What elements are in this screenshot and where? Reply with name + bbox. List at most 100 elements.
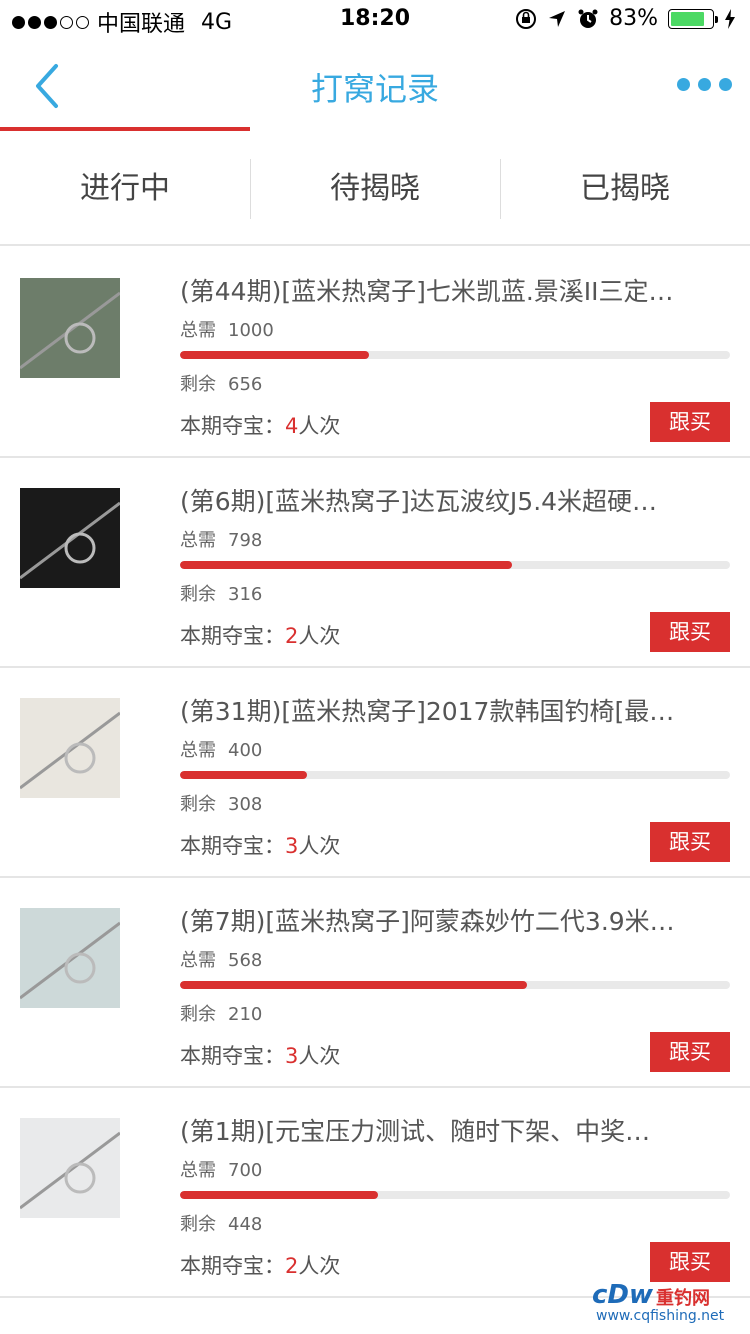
- remaining: 剩余 308: [180, 790, 262, 816]
- participation: 本期夺宝：3人次: [180, 1040, 340, 1070]
- page-title: 打窝记录: [310, 70, 439, 108]
- remaining: 剩余 656: [180, 370, 262, 396]
- list-item[interactable]: (第31期)[蓝米热窝子]2017款韩国钓椅[最… 总需 400 剩余 308 本期…: [0, 668, 750, 878]
- watermark: cDw 重钓网 www.cqfishing.net: [592, 1278, 742, 1328]
- progress-fill: [180, 1191, 378, 1199]
- follow-buy-button[interactable]: 跟买: [650, 402, 730, 442]
- participation-unit: 人次: [298, 1044, 341, 1068]
- watermark-logo: cDw: [592, 1280, 654, 1310]
- progress-bar: [180, 351, 730, 359]
- remaining-label: 剩余: [180, 1004, 216, 1025]
- total-need: 总需 798: [180, 526, 262, 552]
- progress-bar: [180, 771, 730, 779]
- participation: 本期夺宝：2人次: [180, 1250, 340, 1280]
- total-need-value: 798: [228, 530, 263, 551]
- remaining-value: 308: [228, 794, 263, 815]
- participation-unit: 人次: [298, 624, 341, 648]
- remaining-value: 316: [228, 584, 263, 605]
- list-item[interactable]: (第44期)[蓝米热窝子]七米凯蓝.景溪II三定… 总需 1000 剩余 656 本…: [0, 248, 750, 458]
- record-list: (第44期)[蓝米热窝子]七米凯蓝.景溪II三定… 总需 1000 剩余 656 本…: [0, 248, 750, 1298]
- product-title[interactable]: (第1期)[元宝压力测试、随时下架、中奖…: [180, 1112, 725, 1148]
- status-bar: 中国联通 4G 18:20 83%: [0, 0, 750, 40]
- product-image[interactable]: [20, 698, 120, 798]
- product-image[interactable]: [20, 1118, 120, 1218]
- participation-unit: 人次: [298, 834, 341, 858]
- total-need-value: 568: [228, 950, 263, 971]
- participation-unit: 人次: [298, 414, 341, 438]
- follow-buy-button[interactable]: 跟买: [650, 1032, 730, 1072]
- battery-icon: [668, 8, 718, 29]
- participation: 本期夺宝：4人次: [180, 410, 340, 440]
- tab-bar: 进行中 待揭晓 已揭晓: [0, 147, 750, 231]
- total-need-value: 700: [228, 1160, 263, 1181]
- participation-label: 本期夺宝：: [180, 624, 285, 648]
- participation: 本期夺宝：2人次: [180, 620, 340, 650]
- progress-fill: [180, 771, 307, 779]
- watermark-name: 重钓网: [656, 1288, 710, 1309]
- product-image[interactable]: [20, 908, 120, 1008]
- active-tab-indicator: [0, 127, 250, 131]
- participation-label: 本期夺宝：: [180, 414, 285, 438]
- nav-bar: 打窝记录: [0, 40, 750, 132]
- remaining-value: 656: [228, 374, 263, 395]
- rotation-lock-icon: [516, 8, 537, 29]
- remaining: 剩余 210: [180, 1000, 262, 1026]
- watermark-url: www.cqfishing.net: [596, 1308, 725, 1324]
- remaining-label: 剩余: [180, 584, 216, 605]
- participation-unit: 人次: [298, 1254, 341, 1278]
- remaining-value: 448: [228, 1214, 263, 1235]
- remaining: 剩余 448: [180, 1210, 262, 1236]
- progress-bar: [180, 561, 730, 569]
- list-item[interactable]: (第7期)[蓝米热窝子]阿蒙森妙竹二代3.9米… 总需 568 剩余 210 本期夺…: [0, 878, 750, 1088]
- location-icon: [549, 10, 566, 27]
- participation-count: 2: [285, 1254, 299, 1278]
- product-image[interactable]: [20, 278, 120, 378]
- tab-in-progress[interactable]: 进行中: [0, 147, 250, 231]
- participation-label: 本期夺宝：: [180, 1044, 285, 1068]
- participation-count: 3: [285, 1044, 299, 1068]
- divider: [0, 244, 750, 246]
- total-need-value: 1000: [228, 320, 274, 341]
- participation-label: 本期夺宝：: [180, 1254, 285, 1278]
- total-need-label: 总需: [180, 740, 216, 761]
- total-need-label: 总需: [180, 1160, 216, 1181]
- remaining-label: 剩余: [180, 374, 216, 395]
- participation-count: 3: [285, 834, 299, 858]
- list-item[interactable]: (第6期)[蓝米热窝子]达瓦波纹J5.4米超硬… 总需 798 剩余 316 本期夺…: [0, 458, 750, 668]
- product-title[interactable]: (第7期)[蓝米热窝子]阿蒙森妙竹二代3.9米…: [180, 902, 725, 938]
- progress-fill: [180, 981, 527, 989]
- total-need: 总需 1000: [180, 316, 274, 342]
- status-right: 83%: [515, 6, 736, 31]
- remaining-label: 剩余: [180, 1214, 216, 1235]
- tab-pending[interactable]: 待揭晓: [250, 147, 500, 231]
- participation: 本期夺宝：3人次: [180, 830, 340, 860]
- participation-count: 2: [285, 624, 299, 648]
- remaining-label: 剩余: [180, 794, 216, 815]
- remaining-value: 210: [228, 1004, 263, 1025]
- participation-label: 本期夺宝：: [180, 834, 285, 858]
- follow-buy-button[interactable]: 跟买: [650, 612, 730, 652]
- remaining: 剩余 316: [180, 580, 262, 606]
- total-need-label: 总需: [180, 530, 216, 551]
- product-title[interactable]: (第6期)[蓝米热窝子]达瓦波纹J5.4米超硬…: [180, 482, 725, 518]
- total-need-label: 总需: [180, 950, 216, 971]
- follow-buy-button[interactable]: 跟买: [650, 1242, 730, 1282]
- product-image[interactable]: [20, 488, 120, 588]
- tab-revealed[interactable]: 已揭晓: [500, 147, 750, 231]
- participation-count: 4: [285, 414, 299, 438]
- total-need: 总需 568: [180, 946, 262, 972]
- progress-fill: [180, 351, 370, 359]
- progress-bar: [180, 1191, 730, 1199]
- progress-fill: [180, 561, 513, 569]
- product-title[interactable]: (第31期)[蓝米热窝子]2017款韩国钓椅[最…: [180, 692, 725, 728]
- follow-buy-button[interactable]: 跟买: [650, 822, 730, 862]
- more-icon[interactable]: [677, 78, 732, 91]
- alarm-icon: [578, 9, 598, 28]
- list-item[interactable]: (第1期)[元宝压力测试、随时下架、中奖… 总需 700 剩余 448 本期夺宝：2…: [0, 1088, 750, 1298]
- total-need-label: 总需: [180, 320, 216, 341]
- product-title[interactable]: (第44期)[蓝米热窝子]七米凯蓝.景溪II三定…: [180, 272, 725, 308]
- battery-percent: 83%: [609, 6, 658, 31]
- total-need: 总需 400: [180, 736, 262, 762]
- charging-icon: [725, 8, 735, 29]
- total-need: 总需 700: [180, 1156, 262, 1182]
